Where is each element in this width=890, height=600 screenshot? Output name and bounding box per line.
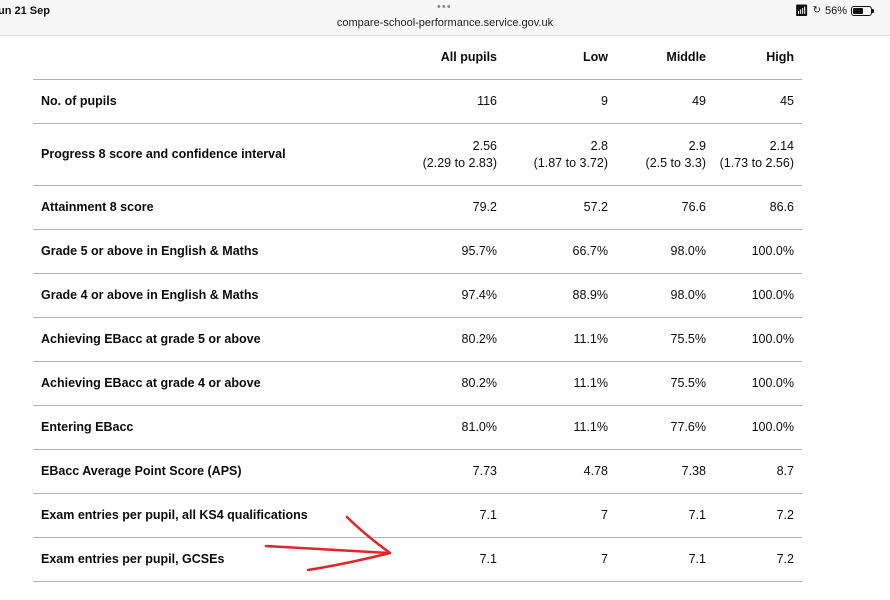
cell-all-pupils: 81.0% bbox=[355, 405, 505, 450]
table-row: No. of pupils 116 9 49 45 bbox=[33, 79, 802, 124]
cell-low: 57.2 bbox=[505, 185, 616, 230]
address-bar-url[interactable]: compare-school-performance.service.gov.u… bbox=[0, 17, 890, 29]
row-label: Entering EBacc bbox=[33, 405, 355, 450]
row-label: Progress 8 score and confidence interval bbox=[33, 123, 355, 186]
score-value: 2.56 bbox=[472, 138, 497, 153]
cell-high: 8.7 bbox=[714, 449, 802, 494]
cell-low: 11.1% bbox=[505, 317, 616, 362]
cell-high: 100.0% bbox=[714, 317, 802, 362]
cell-high: 45 bbox=[714, 79, 802, 124]
row-label: EBacc Average Point Score (APS) bbox=[33, 449, 355, 494]
cell-all-pupils: 7.73 bbox=[355, 449, 505, 494]
tab-menu-dots[interactable]: ••• bbox=[437, 1, 452, 13]
cell-all-pupils: 80.2% bbox=[355, 317, 505, 362]
cell-all-pupils: 79.2 bbox=[355, 185, 505, 230]
status-indicators: 📶︎ ↻ 56% bbox=[794, 4, 874, 17]
performance-table: All pupils Low Middle High No. of pupils… bbox=[33, 36, 802, 582]
cell-middle: 49 bbox=[616, 79, 714, 124]
cell-all-pupils: 7.1 bbox=[355, 493, 505, 538]
score-value: 2.14 bbox=[769, 138, 794, 153]
table-row: Grade 4 or above in English & Maths 97.4… bbox=[33, 273, 802, 318]
cell-low: 7 bbox=[505, 493, 616, 538]
battery-percent: 56% bbox=[824, 4, 847, 17]
row-label: Grade 4 or above in English & Maths bbox=[33, 273, 355, 318]
cell-high: 100.0% bbox=[714, 273, 802, 318]
cell-middle: 77.6% bbox=[616, 405, 714, 450]
cell-high: 7.2 bbox=[714, 537, 802, 582]
cell-high: 2.14 (1.73 to 2.56) bbox=[714, 123, 802, 186]
cell-all-pupils: 80.2% bbox=[355, 361, 505, 406]
cell-high: 100.0% bbox=[714, 361, 802, 406]
cell-high: 86.6 bbox=[714, 185, 802, 230]
cell-high: 100.0% bbox=[714, 229, 802, 274]
table-row: Attainment 8 score 79.2 57.2 76.6 86.6 bbox=[33, 185, 802, 230]
row-label: Exam entries per pupil, all KS4 qualific… bbox=[33, 493, 355, 538]
row-label: Grade 5 or above in English & Maths bbox=[33, 229, 355, 274]
table-row: Achieving EBacc at grade 4 or above 80.2… bbox=[33, 361, 802, 406]
status-bar: un 21 Sep ••• compare-school-performance… bbox=[0, 0, 890, 36]
cell-middle: 75.5% bbox=[616, 317, 714, 362]
table-row: EBacc Average Point Score (APS) 7.73 4.7… bbox=[33, 449, 802, 494]
score-value: 2.8 bbox=[590, 138, 608, 153]
cell-low: 7 bbox=[505, 537, 616, 582]
table-row: Exam entries per pupil, all KS4 qualific… bbox=[33, 493, 802, 538]
cell-middle: 7.38 bbox=[616, 449, 714, 494]
battery-icon bbox=[851, 5, 874, 16]
row-label: Attainment 8 score bbox=[33, 185, 355, 230]
cell-low: 11.1% bbox=[505, 361, 616, 406]
header-middle: Middle bbox=[616, 36, 714, 80]
wifi-icon: 📶︎ bbox=[794, 5, 809, 17]
cell-high: 100.0% bbox=[714, 405, 802, 450]
row-label: Achieving EBacc at grade 4 or above bbox=[33, 361, 355, 406]
cell-middle: 98.0% bbox=[616, 229, 714, 274]
cell-low: 88.9% bbox=[505, 273, 616, 318]
header-low: Low bbox=[505, 36, 616, 80]
score-value: 2.9 bbox=[688, 138, 706, 153]
row-label: Achieving EBacc at grade 5 or above bbox=[33, 317, 355, 362]
cell-all-pupils: 116 bbox=[355, 79, 505, 124]
table-row: Exam entries per pupil, GCSEs 7.1 7 7.1 … bbox=[33, 537, 802, 582]
header-measure bbox=[33, 36, 355, 80]
row-label: Exam entries per pupil, GCSEs bbox=[33, 537, 355, 582]
cell-low: 4.78 bbox=[505, 449, 616, 494]
header-all-pupils: All pupils bbox=[355, 36, 505, 80]
cell-middle: 2.9 (2.5 to 3.3) bbox=[616, 123, 714, 186]
cell-all-pupils: 7.1 bbox=[355, 537, 505, 582]
table-header-row: All pupils Low Middle High bbox=[33, 36, 802, 80]
table-row: Achieving EBacc at grade 5 or above 80.2… bbox=[33, 317, 802, 362]
orientation-lock-icon: ↻ bbox=[812, 5, 821, 16]
cell-low: 11.1% bbox=[505, 405, 616, 450]
cell-middle: 98.0% bbox=[616, 273, 714, 318]
table-row: Progress 8 score and confidence interval… bbox=[33, 123, 802, 186]
cell-all-pupils: 2.56 (2.29 to 2.83) bbox=[355, 123, 505, 186]
cell-middle: 75.5% bbox=[616, 361, 714, 406]
status-date: un 21 Sep bbox=[0, 5, 50, 17]
confidence-interval: (2.29 to 2.83) bbox=[422, 155, 497, 170]
cell-middle: 7.1 bbox=[616, 493, 714, 538]
cell-all-pupils: 97.4% bbox=[355, 273, 505, 318]
confidence-interval: (1.73 to 2.56) bbox=[719, 155, 794, 170]
confidence-interval: (2.5 to 3.3) bbox=[645, 155, 706, 170]
cell-all-pupils: 95.7% bbox=[355, 229, 505, 274]
cell-middle: 76.6 bbox=[616, 185, 714, 230]
header-high: High bbox=[714, 36, 802, 80]
table-row: Grade 5 or above in English & Maths 95.7… bbox=[33, 229, 802, 274]
cell-low: 2.8 (1.87 to 3.72) bbox=[505, 123, 616, 186]
cell-low: 9 bbox=[505, 79, 616, 124]
confidence-interval: (1.87 to 3.72) bbox=[533, 155, 608, 170]
row-label: No. of pupils bbox=[33, 79, 355, 124]
table-row: Entering EBacc 81.0% 11.1% 77.6% 100.0% bbox=[33, 405, 802, 450]
cell-high: 7.2 bbox=[714, 493, 802, 538]
cell-low: 66.7% bbox=[505, 229, 616, 274]
cell-middle: 7.1 bbox=[616, 537, 714, 582]
